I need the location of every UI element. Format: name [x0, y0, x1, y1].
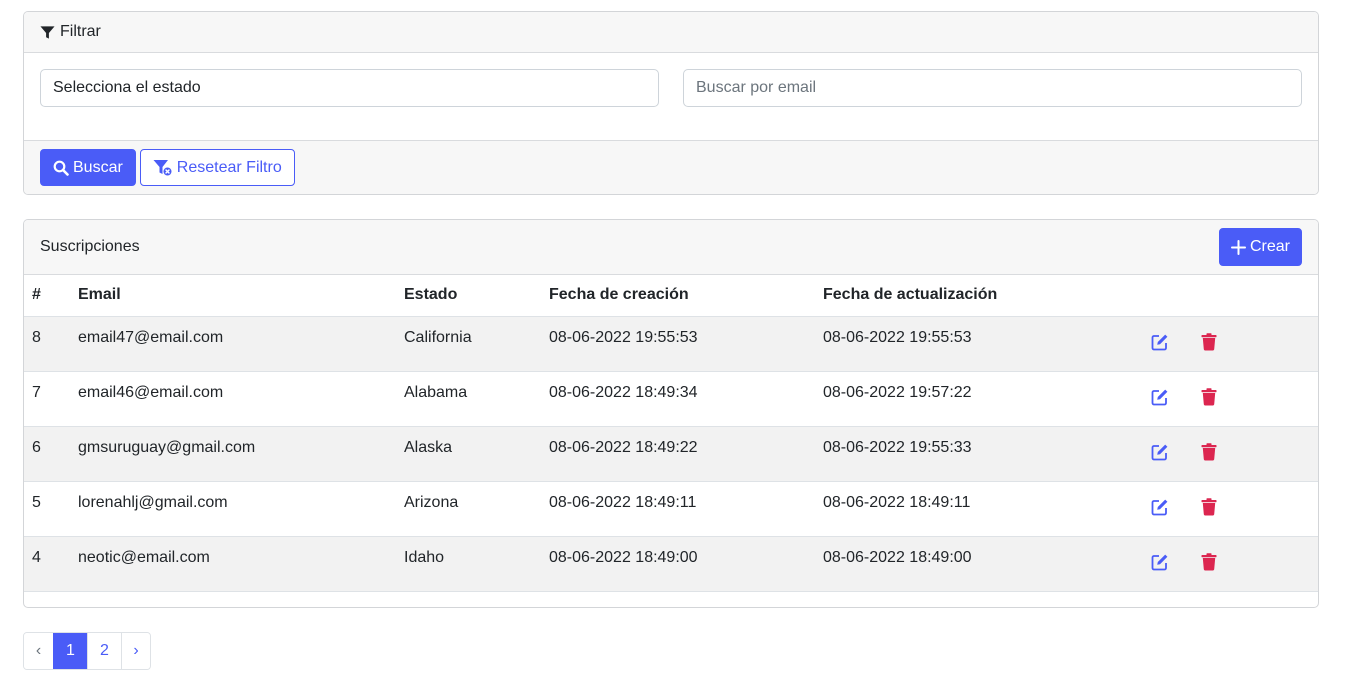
cell-actions [1143, 536, 1318, 591]
edit-icon[interactable] [1151, 388, 1169, 406]
trash-icon[interactable] [1201, 332, 1219, 351]
filter-card-footer: Buscar Resetear Filtro [24, 140, 1318, 194]
filter-card-header: Filtrar [24, 12, 1318, 53]
trash-icon[interactable] [1201, 552, 1219, 571]
cell-created: 08-06-2022 19:55:53 [549, 328, 698, 346]
pagination: ‹ 1 2 › [23, 632, 151, 670]
cell-state: Alaska [404, 438, 453, 456]
cell-email: neotic@email.com [78, 548, 210, 566]
trash-icon[interactable] [1201, 497, 1219, 516]
cell-id: 8 [32, 328, 41, 346]
cell-state: Idaho [404, 548, 445, 566]
column-header-email: Email [78, 286, 121, 304]
cell-id: 5 [32, 493, 41, 511]
cell-created: 08-06-2022 18:49:11 [549, 493, 697, 511]
cell-created: 08-06-2022 18:49:00 [549, 548, 698, 566]
reset-filter-label: Resetear Filtro [176, 158, 282, 176]
column-header-id: # [32, 286, 41, 304]
reset-filter-button[interactable]: Resetear Filtro [139, 149, 295, 186]
subscriptions-title: Suscripciones [40, 238, 140, 255]
table-body: 8 email47@email.com California 08-06-2022 1… [24, 316, 1318, 591]
cell-updated: 08-06-2022 18:49:00 [823, 548, 972, 566]
subscriptions-card: Suscripciones Crear # Email Estado Fecha… [23, 219, 1319, 608]
cell-state: Alabama [404, 383, 468, 401]
table-row: 5 lorenahlj@gmail.com Arizona 08-06-2022 18… [24, 481, 1318, 536]
cell-actions [1143, 481, 1318, 536]
cell-actions [1143, 371, 1318, 426]
search-button[interactable]: Buscar [40, 149, 136, 186]
filter-card-body: Selecciona el estado [24, 53, 1318, 140]
column-header-state: Estado [404, 286, 458, 304]
column-header-created: Fecha de creación [549, 286, 689, 304]
subscriptions-card-header: Suscripciones Crear [24, 220, 1318, 275]
cell-created: 08-06-2022 18:49:34 [549, 383, 698, 401]
create-button[interactable]: Crear [1218, 228, 1302, 266]
filter-title: Filtrar [60, 23, 101, 40]
edit-icon[interactable] [1151, 498, 1169, 516]
search-icon [53, 160, 69, 176]
cell-email: gmsuruguay@gmail.com [78, 438, 256, 456]
search-button-label: Buscar [73, 158, 123, 176]
filter-card: Filtrar Selecciona el estado Buscar Rese… [23, 11, 1319, 195]
cell-created: 08-06-2022 18:49:22 [549, 438, 698, 456]
cell-updated: 08-06-2022 18:49:11 [823, 493, 971, 511]
table-head: # Email Estado Fecha de creación Fecha d… [24, 275, 1318, 316]
pagination-page-2[interactable]: 2 [87, 633, 121, 669]
trash-icon[interactable] [1201, 387, 1219, 406]
subscriptions-table: # Email Estado Fecha de creación Fecha d… [24, 275, 1318, 592]
cell-actions [1143, 316, 1318, 371]
cell-updated: 08-06-2022 19:57:22 [823, 383, 972, 401]
pagination-next[interactable]: › [121, 633, 150, 669]
edit-icon[interactable] [1151, 553, 1169, 571]
filter-icon [40, 25, 55, 39]
column-header-updated: Fecha de actualización [823, 286, 998, 304]
cell-updated: 08-06-2022 19:55:33 [823, 438, 972, 456]
cell-id: 6 [32, 438, 41, 456]
plus-icon [1230, 239, 1246, 255]
table-row: 4 neotic@email.com Idaho 08-06-2022 18:49:0… [24, 536, 1318, 591]
cell-state: Arizona [404, 493, 459, 511]
cell-email: email46@email.com [78, 383, 224, 401]
table-row: 7 email46@email.com Alabama 08-06-2022 18:4… [24, 371, 1318, 426]
edit-icon[interactable] [1151, 333, 1169, 351]
cell-email: email47@email.com [78, 328, 224, 346]
cell-updated: 08-06-2022 19:55:53 [823, 328, 972, 346]
email-search-input[interactable] [683, 69, 1302, 107]
pagination-prev[interactable]: ‹ [24, 633, 53, 669]
state-select[interactable]: Selecciona el estado [40, 69, 659, 107]
cell-id: 4 [32, 548, 41, 566]
filter-clear-icon [153, 159, 173, 176]
column-header-actions [1143, 275, 1318, 316]
table-row: 6 gmsuruguay@gmail.com Alaska 08-06-2022 18… [24, 426, 1318, 481]
cell-state: California [404, 328, 472, 346]
trash-icon[interactable] [1201, 442, 1219, 461]
cell-actions [1143, 426, 1318, 481]
pagination-page-1[interactable]: 1 [53, 633, 87, 669]
table-row: 8 email47@email.com California 08-06-2022 1… [24, 316, 1318, 371]
create-button-label: Crear [1249, 238, 1290, 255]
cell-email: lorenahlj@gmail.com [78, 493, 228, 511]
edit-icon[interactable] [1151, 443, 1169, 461]
cell-id: 7 [32, 383, 41, 401]
